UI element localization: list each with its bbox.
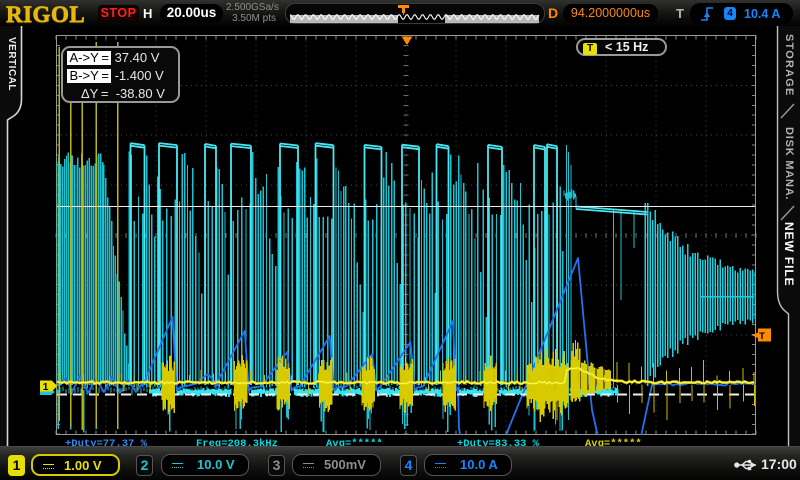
svg-text:1: 1 — [43, 381, 49, 393]
svg-text:T: T — [759, 331, 765, 342]
